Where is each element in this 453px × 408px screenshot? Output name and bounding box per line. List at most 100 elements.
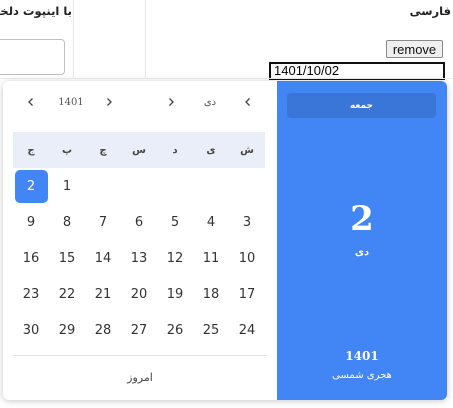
day-cell[interactable]: 30	[13, 312, 49, 348]
chevron-right-icon	[107, 98, 112, 106]
row-divider	[0, 78, 453, 79]
day-number: 29	[58, 322, 76, 338]
day-number: 16	[22, 250, 40, 266]
day-cell[interactable]: 23	[13, 276, 49, 312]
day-number: 9	[26, 214, 36, 230]
day-number: 21	[94, 286, 112, 302]
weekday-header-row: ش ی د س چ پ ج	[13, 132, 265, 168]
next-year-button[interactable]	[101, 94, 117, 110]
day-cell[interactable]: 8	[49, 204, 85, 240]
day-grid: 1 2 3 4 5 6 7 8 9 10 11 12 13 14 15 16 17 18 19 20 21 22 23 24 2…	[13, 168, 265, 348]
selected-year: 1401	[345, 349, 379, 363]
selected-day-number: 2	[350, 199, 374, 239]
month-selector[interactable]: دی	[195, 95, 225, 111]
day-number: 27	[130, 322, 148, 338]
selected-month-name: دی	[354, 247, 370, 258]
day-number: 28	[94, 322, 112, 338]
day-number: 26	[166, 322, 184, 338]
day-cell[interactable]: 10	[229, 240, 265, 276]
day-number: 18	[202, 286, 220, 302]
chevron-left-icon	[245, 98, 250, 106]
weekday-header: پ	[61, 144, 73, 156]
day-cell[interactable]: 15	[49, 240, 85, 276]
day-cell[interactable]: 4	[193, 204, 229, 240]
column-divider	[73, 0, 74, 78]
day-number: 24	[238, 322, 256, 338]
chevron-right-icon	[169, 98, 174, 106]
empty-day-cell	[193, 168, 229, 204]
empty-day-cell	[121, 168, 157, 204]
day-number: 15	[58, 250, 76, 266]
day-number: 13	[130, 250, 148, 266]
remove-button[interactable]: remove	[386, 40, 443, 58]
day-cell[interactable]: 13	[121, 240, 157, 276]
day-number: 10	[238, 250, 256, 266]
selected-weekday: جمعه	[287, 93, 436, 118]
next-month-button[interactable]	[240, 94, 256, 110]
day-cell[interactable]: 1	[49, 168, 85, 204]
day-cell[interactable]: 22	[49, 276, 85, 312]
custom-input-heading: با اینپوت دلخواه	[0, 4, 72, 18]
day-cell[interactable]: 5	[157, 204, 193, 240]
day-cell[interactable]: 6	[121, 204, 157, 240]
day-number: 14	[94, 250, 112, 266]
chevron-left-icon	[28, 98, 33, 106]
day-cell[interactable]: 3	[229, 204, 265, 240]
day-number: 6	[134, 214, 144, 230]
day-cell[interactable]: 27	[121, 312, 157, 348]
day-number: 25	[202, 322, 220, 338]
day-cell[interactable]: 28	[85, 312, 121, 348]
selected-date-panel: جمعه 2 دی 1401 هجری شمسی	[277, 81, 447, 400]
day-number: 7	[98, 214, 108, 230]
day-cell[interactable]: 18	[193, 276, 229, 312]
day-cell[interactable]: 26	[157, 312, 193, 348]
empty-day-cell	[85, 168, 121, 204]
day-cell[interactable]: 17	[229, 276, 265, 312]
day-cell[interactable]: 7	[85, 204, 121, 240]
day-number: 4	[206, 214, 216, 230]
empty-day-cell	[229, 168, 265, 204]
day-cell[interactable]: 20	[121, 276, 157, 312]
day-number: 17	[238, 286, 256, 302]
day-number: 23	[22, 286, 40, 302]
empty-day-cell	[157, 168, 193, 204]
day-cell[interactable]: 16	[13, 240, 49, 276]
day-cell[interactable]: 11	[193, 240, 229, 276]
day-cell[interactable]: 12	[157, 240, 193, 276]
weekday-header: ج	[27, 144, 35, 156]
date-picker-popup: 1401 دی ش ی د س چ پ ج 1 2 3 4 5 6 7 8 9 10 11 12 13 1…	[3, 81, 447, 400]
selected-day-cell[interactable]: 2	[13, 168, 49, 204]
column-divider	[145, 0, 146, 78]
today-button[interactable]: امروز	[13, 368, 267, 388]
day-cell[interactable]: 21	[85, 276, 121, 312]
day-number: 30	[22, 322, 40, 338]
day-number: 8	[62, 214, 72, 230]
day-cell[interactable]: 9	[13, 204, 49, 240]
calendar-system-label: هجری شمسی	[332, 370, 392, 381]
weekday-header: چ	[99, 144, 107, 156]
day-number: 20	[130, 286, 148, 302]
footer-divider	[13, 355, 267, 356]
day-number: 22	[58, 286, 76, 302]
persian-column-heading: فارسی	[409, 4, 451, 18]
weekday-header: د	[172, 144, 178, 156]
day-number: 19	[166, 286, 184, 302]
day-number: 5	[170, 214, 180, 230]
day-cell[interactable]: 24	[229, 312, 265, 348]
day-cell[interactable]: 29	[49, 312, 85, 348]
day-cell[interactable]: 14	[85, 240, 121, 276]
prev-month-button[interactable]	[163, 94, 179, 110]
year-selector[interactable]: 1401	[51, 95, 91, 111]
day-cell[interactable]: 19	[157, 276, 193, 312]
day-number: 3	[242, 214, 252, 230]
weekday-header: ش	[240, 144, 254, 156]
day-cell[interactable]: 25	[193, 312, 229, 348]
weekday-header: س	[132, 144, 146, 156]
day-number: 11	[202, 250, 220, 266]
day-number: 12	[166, 250, 184, 266]
prev-year-button[interactable]	[23, 94, 39, 110]
day-number: 1	[62, 178, 72, 194]
custom-date-input[interactable]	[0, 39, 65, 75]
day-number: 2	[14, 169, 48, 203]
weekday-header: ی	[206, 144, 216, 156]
